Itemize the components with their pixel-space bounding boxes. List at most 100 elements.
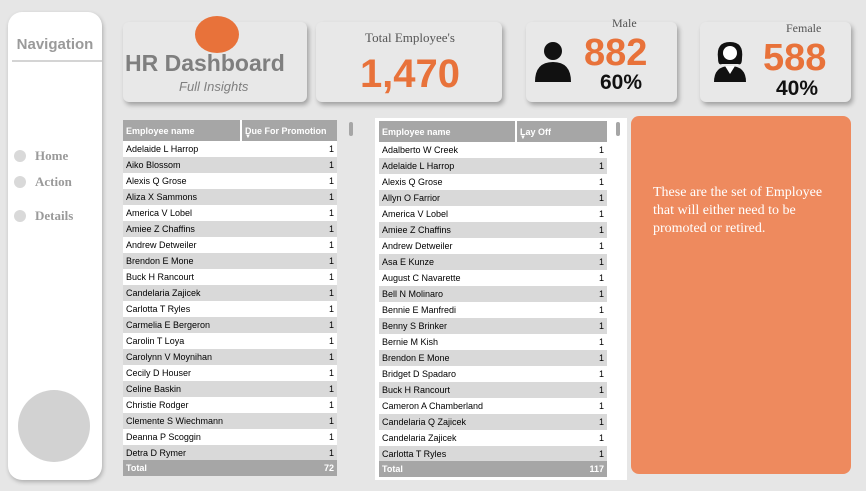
- value-cell: 1: [598, 257, 604, 267]
- value-cell: 1: [328, 144, 334, 154]
- total-label: Total: [382, 464, 403, 474]
- table-row[interactable]: Cecily D Houser 1: [123, 365, 337, 381]
- table-row[interactable]: Brendon E Mone 1: [379, 350, 607, 366]
- nav-item-label: Home: [35, 148, 69, 163]
- value-cell: 1: [598, 145, 604, 155]
- nav-item-home[interactable]: Home: [14, 148, 68, 164]
- employee-name-cell: Carolynn V Moynihan: [126, 352, 213, 362]
- table-body: Adelaide L Harrop 1 Aiko Blossom 1 Alexis Q …: [123, 141, 337, 461]
- table-row[interactable]: Amiee Z Chaffins 1: [123, 221, 337, 237]
- table-row[interactable]: Bernie M Kish 1: [379, 334, 607, 350]
- table-row[interactable]: Alexis Q Grose 1: [379, 174, 607, 190]
- value-cell: 1: [328, 352, 334, 362]
- value-cell: 1: [328, 208, 334, 218]
- value-cell: 1: [598, 337, 604, 347]
- value-cell: 1: [328, 160, 334, 170]
- employee-name-cell: Bernie M Kish: [382, 337, 439, 347]
- table-row[interactable]: Andrew Detweiler 1: [379, 238, 607, 254]
- table-row[interactable]: Asa E Kunze 1: [379, 254, 607, 270]
- table-row[interactable]: Candelaria Q Zajicek 1: [379, 414, 607, 430]
- table-row[interactable]: August C Navarette 1: [379, 270, 607, 286]
- male-percent: 60%: [600, 71, 643, 94]
- table-row[interactable]: America V Lobel 1: [379, 206, 607, 222]
- table-row[interactable]: Carmelia E Bergeron 1: [123, 317, 337, 333]
- employee-name-cell: Aiko Blossom: [126, 160, 181, 170]
- value-cell: 1: [598, 225, 604, 235]
- table-row[interactable]: Andrew Detweiler 1: [123, 237, 337, 253]
- table-row[interactable]: Alexis Q Grose 1: [123, 173, 337, 189]
- table-row[interactable]: Brendon E Mone 1: [123, 253, 337, 269]
- table-row[interactable]: Celine Baskin 1: [123, 381, 337, 397]
- table-row[interactable]: Christie Rodger 1: [123, 397, 337, 413]
- table-row[interactable]: Detra D Rymer 1: [123, 445, 337, 461]
- dashboard-subtitle: Full Insights: [179, 79, 249, 94]
- table-row[interactable]: Candelaria Zajicek 1: [123, 285, 337, 301]
- table-row[interactable]: Deanna P Scoggin 1: [123, 429, 337, 445]
- employee-name-cell: Alexis Q Grose: [126, 176, 187, 186]
- value-cell: 1: [598, 417, 604, 427]
- table-row[interactable]: Bell N Molinaro 1: [379, 286, 607, 302]
- table-row[interactable]: Aliza X Sammons 1: [123, 189, 337, 205]
- table-row[interactable]: Aiko Blossom 1: [123, 157, 337, 173]
- scrollbar-thumb[interactable]: [349, 122, 353, 136]
- navigation-divider: [12, 60, 102, 62]
- table-row[interactable]: Carlotta T Ryles 1: [379, 446, 607, 462]
- male-count: 882: [584, 32, 648, 74]
- employee-name-cell: Carlotta T Ryles: [382, 449, 447, 459]
- table-row[interactable]: Benny S Brinker 1: [379, 318, 607, 334]
- table-row[interactable]: Buck H Rancourt 1: [123, 269, 337, 285]
- value-cell: 1: [328, 416, 334, 426]
- employee-name-cell: Celine Baskin: [126, 384, 182, 394]
- table-body: Adalberto W Creek 1 Adelaide L Harrop 1 Alex…: [379, 142, 607, 462]
- table-row[interactable]: Clemente S Wiechmann 1: [123, 413, 337, 429]
- employee-name-cell: Buck H Rancourt: [382, 385, 451, 395]
- nav-item-action[interactable]: Action: [14, 174, 72, 190]
- table-row[interactable]: Bennie E Manfredi 1: [379, 302, 607, 318]
- sort-down-icon: ▼: [245, 134, 251, 140]
- table-header: Employee name Due For Promotion ▼: [123, 120, 337, 141]
- value-cell: 1: [328, 176, 334, 186]
- table-row[interactable]: Cameron A Chamberland 1: [379, 398, 607, 414]
- female-count: 588: [763, 37, 827, 79]
- value-cell: 1: [328, 448, 334, 458]
- column-header-employee-name[interactable]: Employee name: [123, 120, 242, 141]
- table-row[interactable]: Carolin T Loya 1: [123, 333, 337, 349]
- table-row[interactable]: Carlotta T Ryles 1: [123, 301, 337, 317]
- scrollbar-thumb[interactable]: [616, 122, 620, 136]
- value-cell: 1: [328, 272, 334, 282]
- column-header-due-for-promotion[interactable]: Due For Promotion ▼: [242, 120, 337, 141]
- employee-name-cell: Candelaria Zajicek: [382, 433, 457, 443]
- table-row[interactable]: Candelaria Zajicek 1: [379, 430, 607, 446]
- value-cell: 1: [328, 384, 334, 394]
- employee-name-cell: August C Navarette: [382, 273, 461, 283]
- table-row[interactable]: Allyn O Farrior 1: [379, 190, 607, 206]
- table-row[interactable]: America V Lobel 1: [123, 205, 337, 221]
- value-cell: 1: [598, 449, 604, 459]
- table-row[interactable]: Adalberto W Creek 1: [379, 142, 607, 158]
- radio-dot-icon: [14, 210, 26, 222]
- value-cell: 1: [598, 369, 604, 379]
- employee-name-cell: Candelaria Q Zajicek: [382, 417, 467, 427]
- value-cell: 1: [328, 400, 334, 410]
- column-header-lay-off[interactable]: Lay Off ▼: [517, 121, 607, 142]
- value-cell: 1: [598, 353, 604, 363]
- employee-name-cell: Detra D Rymer: [126, 448, 187, 458]
- employee-name-cell: Asa E Kunze: [382, 257, 435, 267]
- employee-name-cell: Allyn O Farrior: [382, 193, 441, 203]
- total-employees-value: 1,470: [359, 52, 461, 96]
- nav-item-details[interactable]: Details: [14, 208, 73, 224]
- employee-name-cell: Cecily D Houser: [126, 368, 192, 378]
- column-header-employee-name[interactable]: Employee name: [379, 121, 517, 142]
- avatar-placeholder: [18, 390, 90, 462]
- table-row[interactable]: Buck H Rancourt 1: [379, 382, 607, 398]
- value-cell: 1: [598, 289, 604, 299]
- female-label: Female: [786, 21, 822, 35]
- table-row[interactable]: Amiee Z Chaffins 1: [379, 222, 607, 238]
- employee-name-cell: Adalberto W Creek: [382, 145, 459, 155]
- value-cell: 1: [328, 320, 334, 330]
- employee-name-cell: Andrew Detweiler: [382, 241, 453, 251]
- table-row[interactable]: Adelaide L Harrop 1: [379, 158, 607, 174]
- table-row[interactable]: Carolynn V Moynihan 1: [123, 349, 337, 365]
- table-row[interactable]: Bridget D Spadaro 1: [379, 366, 607, 382]
- table-row[interactable]: Adelaide L Harrop 1: [123, 141, 337, 157]
